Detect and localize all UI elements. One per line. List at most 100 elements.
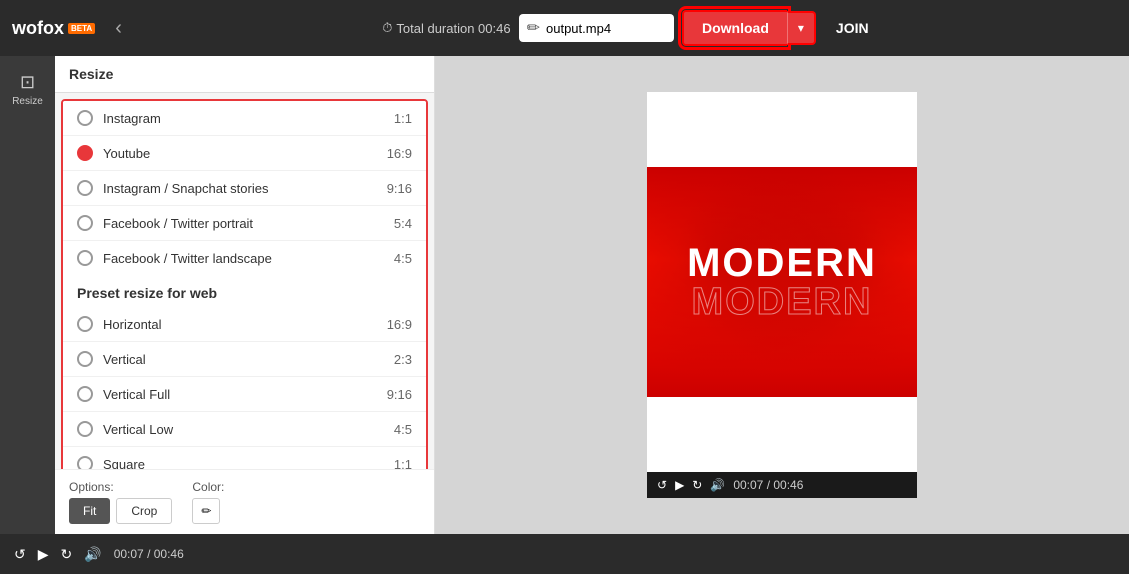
resize-icon: ⊡ (20, 72, 35, 93)
video-text-main: MODERN (687, 243, 877, 283)
download-button[interactable]: Download (682, 10, 787, 46)
resize-section-2: Preset resize for web Horizontal 16:9 Ve… (63, 275, 426, 469)
timeline-rewind-icon[interactable]: ↺ (14, 546, 26, 563)
resize-item-square[interactable]: Square 1:1 (63, 447, 426, 469)
item-label-instagram-stories: Instagram / Snapchat stories (103, 181, 387, 196)
timeline-time-display: 00:07 / 00:46 (114, 547, 184, 561)
item-label-vertical-low: Vertical Low (103, 422, 394, 437)
footer-row: Options: Fit Crop Color: ✏ (69, 480, 420, 524)
video-top (647, 92, 917, 167)
join-button[interactable]: JOIN (836, 20, 869, 36)
timeline-time-current: 00:07 (114, 547, 144, 561)
resize-item-youtube[interactable]: Youtube 16:9 (63, 136, 426, 171)
item-label-square: Square (103, 457, 394, 470)
preview-forward-icon[interactable]: ↻ (692, 478, 702, 492)
preview-play-icon[interactable]: ▶ (675, 478, 684, 492)
resize-section-1: Instagram 1:1 Youtube 16:9 Instagram / S… (63, 101, 426, 275)
color-label: Color: (192, 480, 224, 494)
timeline-play-icon[interactable]: ▶ (38, 546, 49, 563)
item-label-youtube: Youtube (103, 146, 387, 161)
radio-facebook-landscape[interactable] (77, 250, 93, 266)
main: ⊡ Resize Resize Instagram 1:1 Youtube (0, 56, 1129, 534)
item-label-vertical-full: Vertical Full (103, 387, 387, 402)
preview-area: MODERN MODERN ↺ ▶ ↻ 🔊 00:07 / 00:46 (435, 56, 1129, 534)
preview-rewind-icon[interactable]: ↺ (657, 478, 667, 492)
video-text-outline: MODERN (687, 283, 877, 321)
item-label-facebook-portrait: Facebook / Twitter portrait (103, 216, 394, 231)
radio-youtube[interactable] (77, 145, 93, 161)
resize-item-vertical-full[interactable]: Vertical Full 9:16 (63, 377, 426, 412)
radio-instagram-stories[interactable] (77, 180, 93, 196)
logo-text: wofox (12, 18, 64, 39)
header-center: ⏱ Total duration 00:46 ✏ Download ▾ JOIN (134, 10, 1117, 46)
video-control-bar: ↺ ▶ ↻ 🔊 00:07 / 00:46 (647, 472, 917, 498)
file-input-wrap: ✏ (519, 14, 674, 42)
video-container: MODERN MODERN ↺ ▶ ↻ 🔊 00:07 / 00:46 (647, 92, 917, 498)
video-bottom (647, 397, 917, 472)
section-title-web: Preset resize for web (63, 275, 426, 307)
preview-time-display: 00:07 / 00:46 (733, 478, 803, 492)
item-ratio-vertical-full: 9:16 (387, 387, 412, 402)
panel-header: Resize (55, 56, 434, 93)
duration-text: Total duration 00:46 (396, 21, 510, 36)
fit-crop-group: Fit Crop (69, 498, 172, 524)
video-preview: MODERN MODERN (647, 92, 917, 472)
item-label-instagram: Instagram (103, 111, 394, 126)
duration-icon: ⏱ (382, 20, 392, 36)
logo-badge: BETA (68, 23, 95, 34)
resize-panel: Resize Instagram 1:1 Youtube 16:9 (55, 56, 435, 534)
item-ratio-facebook-landscape: 4:5 (394, 251, 412, 266)
item-label-facebook-landscape: Facebook / Twitter landscape (103, 251, 394, 266)
radio-facebook-portrait[interactable] (77, 215, 93, 231)
resize-list: Instagram 1:1 Youtube 16:9 Instagram / S… (61, 99, 428, 469)
video-image: MODERN MODERN (647, 167, 917, 397)
crop-button[interactable]: Crop (116, 498, 172, 524)
sidebar-item-resize[interactable]: ⊡ Resize (8, 64, 47, 115)
resize-item-facebook-portrait[interactable]: Facebook / Twitter portrait 5:4 (63, 206, 426, 241)
sidebar: ⊡ Resize (0, 56, 55, 534)
options-label: Options: (69, 480, 172, 494)
preview-time-current: 00:07 (733, 478, 763, 492)
panel-footer: Options: Fit Crop Color: ✏ (55, 469, 434, 534)
resize-item-vertical[interactable]: Vertical 2:3 (63, 342, 426, 377)
color-group: Color: ✏ (192, 480, 224, 524)
item-label-horizontal: Horizontal (103, 317, 387, 332)
radio-horizontal[interactable] (77, 316, 93, 332)
file-name-input[interactable] (546, 21, 666, 36)
item-ratio-instagram: 1:1 (394, 111, 412, 126)
sidebar-item-label: Resize (12, 96, 43, 107)
item-ratio-vertical: 2:3 (394, 352, 412, 367)
fit-button[interactable]: Fit (69, 498, 110, 524)
duration-label: ⏱ Total duration 00:46 (382, 20, 510, 36)
color-picker-button[interactable]: ✏ (192, 498, 220, 524)
timeline-time-total: 00:46 (154, 547, 184, 561)
radio-instagram[interactable] (77, 110, 93, 126)
item-ratio-facebook-portrait: 5:4 (394, 216, 412, 231)
timeline-volume-icon[interactable]: 🔊 (84, 546, 101, 563)
radio-vertical-low[interactable] (77, 421, 93, 437)
resize-item-facebook-landscape[interactable]: Facebook / Twitter landscape 4:5 (63, 241, 426, 275)
item-ratio-youtube: 16:9 (387, 146, 412, 161)
radio-vertical-full[interactable] (77, 386, 93, 402)
resize-item-instagram[interactable]: Instagram 1:1 (63, 101, 426, 136)
preview-volume-icon[interactable]: 🔊 (710, 478, 725, 492)
options-group: Options: Fit Crop (69, 480, 172, 524)
resize-item-vertical-low[interactable]: Vertical Low 4:5 (63, 412, 426, 447)
back-button[interactable]: ‹ (115, 17, 122, 40)
edit-icon: ✏ (527, 18, 540, 38)
item-ratio-vertical-low: 4:5 (394, 422, 412, 437)
resize-item-horizontal[interactable]: Horizontal 16:9 (63, 307, 426, 342)
logo: wofox BETA (12, 18, 95, 39)
radio-square[interactable] (77, 456, 93, 469)
video-text-group: MODERN MODERN (687, 243, 877, 321)
item-label-vertical: Vertical (103, 352, 394, 367)
download-group: Download ▾ (682, 10, 816, 46)
timeline-forward-icon[interactable]: ↻ (61, 546, 73, 563)
download-dropdown-button[interactable]: ▾ (787, 11, 816, 45)
preview-time-total: 00:46 (773, 478, 803, 492)
resize-item-instagram-stories[interactable]: Instagram / Snapchat stories 9:16 (63, 171, 426, 206)
timeline-time-sep: / (147, 547, 154, 561)
item-ratio-instagram-stories: 9:16 (387, 181, 412, 196)
radio-vertical[interactable] (77, 351, 93, 367)
header: wofox BETA ‹ ⏱ Total duration 00:46 ✏ Do… (0, 0, 1129, 56)
